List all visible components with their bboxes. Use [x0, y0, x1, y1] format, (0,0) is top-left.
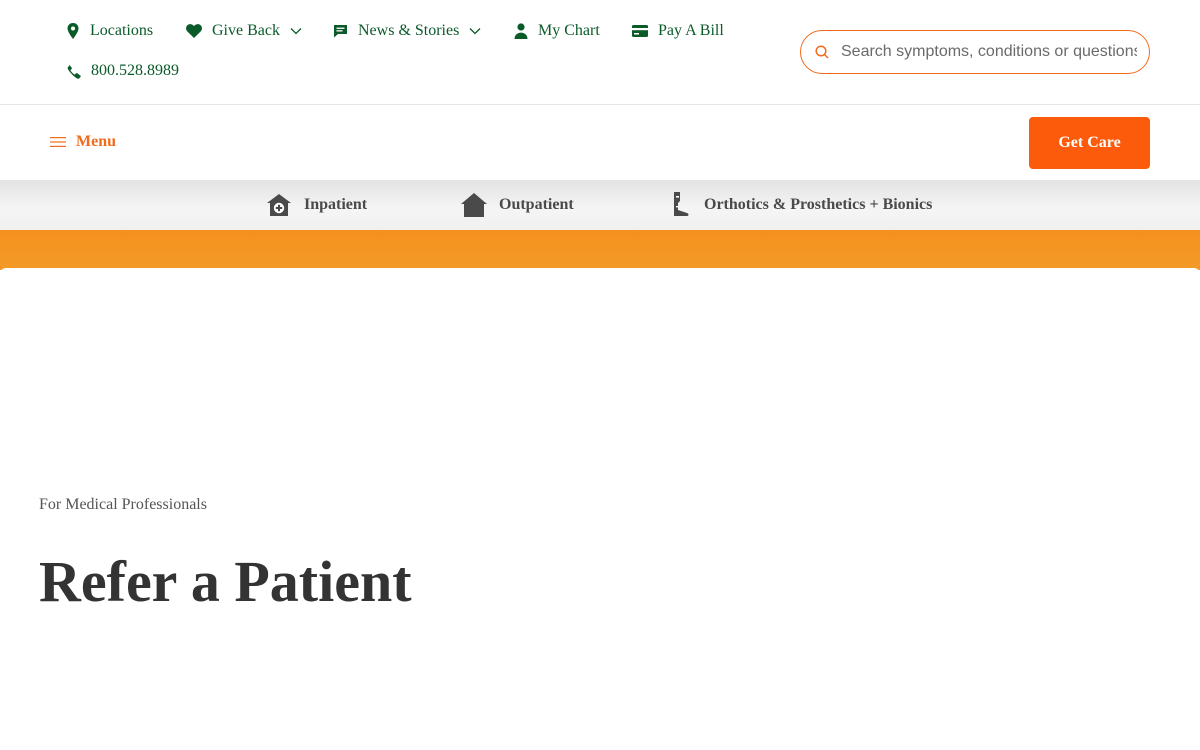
pay-bill-link[interactable]: Pay A Bill: [632, 22, 724, 40]
service-orthotics-prosthetics[interactable]: Orthotics & Prosthetics + Bionics: [670, 180, 932, 230]
my-chart-label: My Chart: [538, 22, 600, 39]
get-care-button[interactable]: Get Care: [1029, 117, 1150, 169]
search-input[interactable]: [841, 43, 1137, 61]
chevron-down-icon: [290, 28, 302, 35]
utility-bar: Locations Give Back News & Stories My Ch…: [0, 0, 1200, 105]
service-label: Inpatient: [304, 196, 368, 213]
service-bar: Inpatient Outpatient Orthotics & Prosthe…: [0, 180, 1200, 230]
search-icon: [815, 45, 829, 59]
phone-icon: [67, 64, 81, 79]
service-outpatient[interactable]: Outpatient: [461, 180, 574, 230]
map-pin-icon: [67, 23, 79, 39]
hamburger-icon: [50, 137, 66, 147]
my-chart-link[interactable]: My Chart: [514, 22, 600, 40]
phone-number: 800.528.8989: [91, 62, 179, 79]
main-nav: Menu Get Care: [0, 105, 1200, 180]
menu-button[interactable]: Menu: [50, 133, 116, 151]
give-back-label: Give Back: [212, 22, 280, 39]
service-label: Outpatient: [499, 196, 574, 213]
hero-eyebrow: For Medical Professionals: [39, 496, 207, 513]
chat-bubble-icon: [334, 25, 347, 38]
chevron-down-icon: [469, 28, 481, 35]
locations-label: Locations: [90, 22, 154, 39]
credit-card-icon: [632, 25, 648, 37]
prosthetic-leg-icon: [674, 192, 689, 216]
hospital-home-icon: [267, 194, 291, 216]
give-back-link[interactable]: Give Back: [186, 22, 302, 40]
service-inpatient[interactable]: Inpatient: [266, 180, 367, 230]
locations-link[interactable]: Locations: [66, 22, 153, 40]
user-icon: [514, 23, 528, 39]
house-icon: [461, 193, 487, 217]
news-stories-label: News & Stories: [358, 22, 460, 39]
pay-bill-label: Pay A Bill: [658, 22, 724, 39]
news-stories-link[interactable]: News & Stories: [333, 22, 481, 40]
heart-icon: [186, 24, 202, 38]
page-title: Refer a Patient: [39, 549, 412, 614]
menu-label: Menu: [76, 133, 116, 150]
service-label: Orthotics & Prosthetics + Bionics: [704, 196, 933, 213]
hero-accent-band: [0, 230, 1200, 270]
phone-link[interactable]: 800.528.8989: [66, 62, 179, 80]
search-box: [800, 30, 1150, 74]
